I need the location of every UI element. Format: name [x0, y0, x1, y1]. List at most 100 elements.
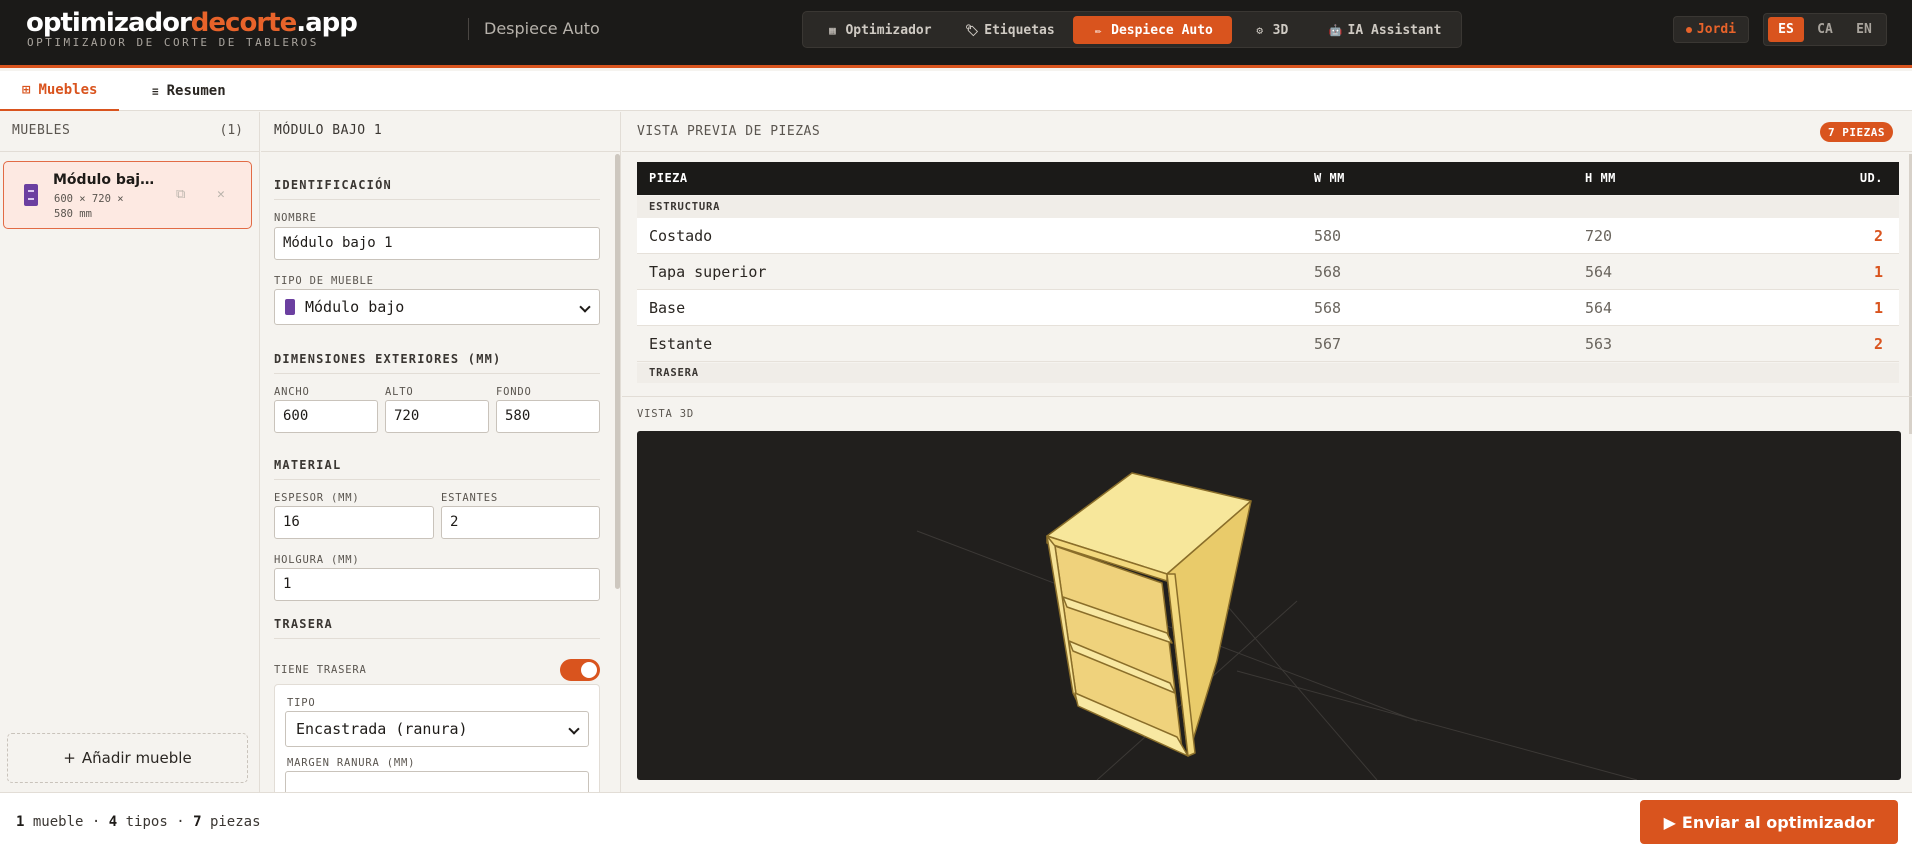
cell-ud: 1 [1873, 263, 1883, 281]
language-switcher: ES CA EN [1763, 13, 1887, 46]
top-bar: optimizadordecorte.app OPTIMIZADOR DE CO… [0, 0, 1912, 68]
lang-es-button[interactable]: ES [1768, 17, 1804, 42]
espesor-label: ESPESOR (MM) [274, 492, 360, 504]
ancho-input[interactable]: 600 [274, 400, 378, 433]
nombre-input[interactable]: Módulo bajo 1 [274, 227, 600, 260]
form-scrollbar[interactable] [615, 154, 620, 589]
cell-w: 568 [1314, 263, 1342, 281]
tab-muebles[interactable]: ⊞ Muebles [0, 71, 120, 111]
sidebar-title: MUEBLES [12, 123, 71, 138]
tab-resumen[interactable]: ≡ Resumen [152, 71, 226, 111]
chevron-down-icon [579, 301, 591, 313]
alto-label: ALTO [385, 386, 414, 398]
holgura-input[interactable]: 1 [274, 568, 600, 601]
nav-label: IA Assistant [1347, 22, 1442, 38]
cell-ud: 2 [1873, 335, 1883, 353]
table-row[interactable]: Base 568 564 1 [637, 290, 1899, 326]
app-logo[interactable]: optimizadordecorte.app [26, 8, 358, 38]
section-material: MATERIAL [274, 458, 600, 480]
col-h: H MM [1585, 171, 1616, 185]
3d-viewport[interactable] [637, 431, 1901, 780]
piezas-label: piezas [209, 814, 261, 830]
tiene-trasera-toggle[interactable] [560, 659, 600, 681]
ground-grid [916, 500, 1638, 780]
sidebar-header: MUEBLES (1) [0, 112, 259, 152]
section-identificacion: IDENTIFICACIÓN [274, 178, 600, 200]
logo-accent: decorte [190, 8, 297, 38]
cell-h: 563 [1585, 335, 1613, 353]
preview-title: VISTA PREVIA DE PIEZAS [637, 124, 821, 139]
cell-w: 568 [1314, 299, 1342, 317]
tab-label: Muebles [38, 82, 98, 98]
muebles-count: 1 [16, 814, 25, 830]
vista-3d-label: VISTA 3D [637, 408, 694, 420]
holgura-label: HOLGURA (MM) [274, 554, 360, 566]
duplicate-icon[interactable]: ⧉ [176, 187, 185, 202]
lang-ca-button[interactable]: CA [1807, 17, 1843, 42]
piezas-count: 7 [193, 814, 202, 830]
cell-pieza: Tapa superior [649, 263, 767, 281]
nav-etiquetas[interactable]: 🏷 Etiquetas [953, 16, 1067, 44]
cell-h: 564 [1585, 299, 1613, 317]
cabinet-icon [24, 184, 38, 206]
cell-w: 580 [1314, 227, 1342, 245]
lang-en-button[interactable]: EN [1846, 17, 1882, 42]
tipo-mueble-label: TIPO DE MUEBLE [274, 275, 374, 287]
alto-input[interactable]: 720 [385, 400, 489, 433]
tab-label: Resumen [166, 83, 226, 99]
nav-despiece-auto[interactable]: ✏ Despiece Auto [1073, 16, 1232, 44]
send-to-optimizer-button[interactable]: ▶ Enviar al optimizador [1640, 800, 1898, 844]
margen-ranura-input[interactable] [285, 771, 589, 792]
margen-ranura-label: MARGEN RANURA (MM) [287, 757, 416, 769]
tipo-trasera-label: TIPO [287, 697, 316, 709]
cabinet-icon [285, 299, 295, 315]
footer-bar: 1 mueble · 4 tipos · 7 piezas ▶ Enviar a… [0, 792, 1912, 852]
grid-icon: ⊞ [22, 82, 31, 98]
pencil-icon: ✏ [1094, 23, 1102, 37]
table-row[interactable]: Costado 580 720 2 [637, 218, 1899, 254]
section-trasera: TRASERA [274, 617, 600, 639]
logo-main: optimizador [26, 8, 192, 38]
tag-icon: 🏷 [965, 23, 980, 37]
plus-icon: + [63, 749, 76, 767]
nav-label: 3D [1272, 22, 1289, 38]
cell-ud: 1 [1873, 299, 1883, 317]
muebles-label: mueble [32, 814, 84, 830]
preview-divider [622, 396, 1912, 397]
tipo-trasera-select[interactable]: Encastrada (ranura) [285, 711, 589, 747]
tipo-trasera-value: Encastrada (ranura) [296, 720, 468, 738]
close-icon[interactable]: ✕ [217, 187, 225, 202]
send-label: Enviar al optimizador [1681, 812, 1875, 832]
nav-label: Optimizador [845, 22, 932, 38]
nav-ia-assistant[interactable]: 🤖 IA Assistant [1317, 16, 1453, 44]
mueble-list-item[interactable]: Módulo baj… 600 × 720 × 580 mm ⧉ ✕ [3, 161, 252, 229]
header-divider [468, 18, 469, 40]
nav-3d[interactable]: ⚙ 3D [1241, 16, 1301, 44]
tipo-mueble-select[interactable]: Módulo bajo [274, 289, 600, 325]
tipos-label: tipos [125, 814, 168, 830]
mueble-name: Módulo baj… [53, 172, 155, 188]
summary-stats: 1 mueble · 4 tipos · 7 piezas [16, 814, 261, 830]
chevron-down-icon [568, 723, 580, 735]
cell-pieza: Estante [649, 335, 713, 353]
3d-scene [916, 472, 1638, 780]
espesor-input[interactable]: 16 [274, 506, 434, 539]
estantes-input[interactable]: 2 [441, 506, 600, 539]
fondo-input[interactable]: 580 [496, 400, 600, 433]
estantes-label: ESTANTES [441, 492, 498, 504]
status-dot-icon [1685, 26, 1692, 33]
nav-optimizador[interactable]: ▦ Optimizador [811, 16, 947, 44]
add-mueble-button[interactable]: + Añadir mueble [7, 733, 248, 783]
table-row[interactable]: Estante 567 563 2 [637, 326, 1899, 362]
separator-dot: · [176, 814, 194, 830]
user-menu-button[interactable]: Jordi [1673, 16, 1749, 43]
user-name: Jordi [1696, 22, 1737, 37]
preview-area: VISTA PREVIA DE PIEZAS 7 PIEZAS PIEZA W … [622, 112, 1912, 792]
app-tagline: OPTIMIZADOR DE CORTE DE TABLEROS [27, 36, 319, 49]
ancho-label: ANCHO [274, 386, 310, 398]
add-mueble-label: Añadir mueble [81, 749, 192, 767]
cell-ud: 2 [1873, 227, 1883, 245]
col-w: W MM [1314, 171, 1345, 185]
table-row[interactable]: Tapa superior 568 564 1 [637, 254, 1899, 290]
cell-h: 720 [1585, 227, 1613, 245]
